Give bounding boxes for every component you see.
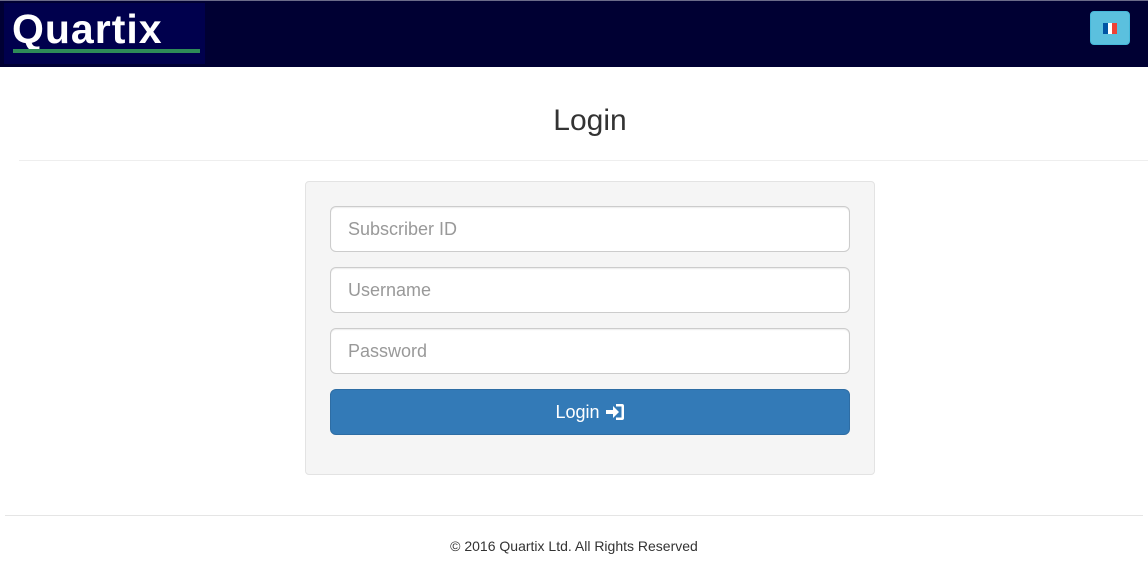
- french-flag-icon: [1103, 22, 1118, 34]
- page-title: Login: [553, 104, 627, 137]
- top-navbar: Quartix: [0, 0, 1148, 67]
- login-form-panel: Login: [305, 181, 875, 475]
- subscriber-id-input[interactable]: [330, 206, 850, 252]
- login-button-label: Login: [555, 401, 600, 422]
- password-input[interactable]: [330, 328, 850, 374]
- logo-text: Quartix: [12, 6, 163, 52]
- sign-in-icon: [605, 403, 625, 421]
- footer-divider: [5, 515, 1143, 516]
- logo-underline: [13, 49, 200, 53]
- login-button[interactable]: Login: [330, 389, 850, 435]
- username-input[interactable]: [330, 267, 850, 313]
- copyright-text: © 2016 Quartix Ltd. All Rights Reserved: [450, 538, 698, 554]
- language-button[interactable]: [1090, 11, 1130, 45]
- quartix-logo[interactable]: Quartix: [4, 3, 205, 64]
- title-divider: [19, 160, 1148, 161]
